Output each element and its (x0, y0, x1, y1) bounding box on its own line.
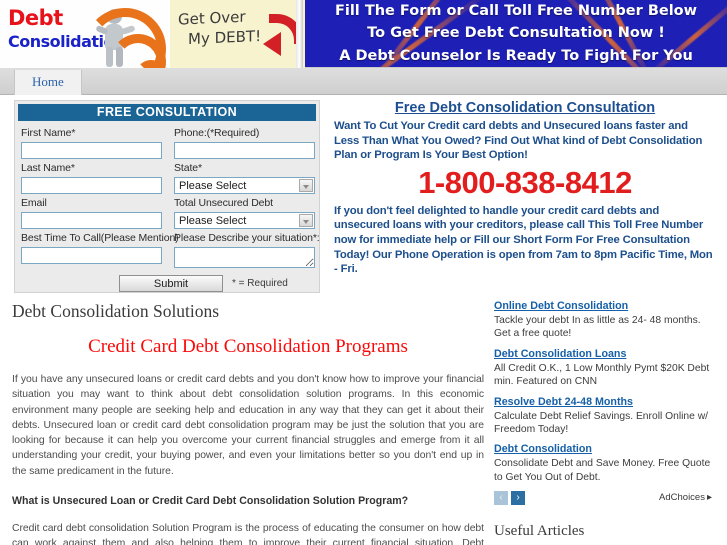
chevron-left-icon[interactable]: ‹ (494, 491, 508, 506)
email-label: Email (21, 197, 47, 209)
main-navigation: Home (0, 68, 727, 95)
adchoices-label: AdChoices (659, 492, 705, 504)
chevron-down-icon[interactable] (299, 179, 313, 192)
adchoices-link[interactable]: AdChoices ▸ (659, 491, 712, 505)
consultation-form: FREE CONSULTATION First Name* Last Name*… (14, 100, 320, 293)
ad-link-title[interactable]: Online Debt Consolidation (494, 300, 718, 313)
form-footer: Submit * = Required (15, 268, 319, 292)
orange-swirl-icon (80, 4, 166, 68)
content-left-column: Debt Consolidation Solutions Credit Card… (12, 296, 484, 545)
page-root: Debt Consolidation Get Over My DEBT! Fil… (0, 0, 727, 545)
phone-input[interactable] (174, 142, 315, 159)
nav-item-home[interactable]: Home (14, 70, 82, 95)
ad-description: Calculate Debt Relief Savings. Enroll On… (494, 410, 709, 436)
ad-unit: Resolve Debt 24-48 Months Calculate Debt… (494, 396, 718, 437)
promo-title: Free Debt Consolidation Consultation (394, 100, 656, 116)
content-subheading: What is Unsecured Loan or Credit Card De… (12, 495, 409, 508)
ad-unit: Online Debt Consolidation Tackle your de… (494, 300, 718, 341)
state-select-value: Please Select (179, 180, 247, 192)
useful-articles-title: Useful Articles (494, 523, 585, 540)
promo-phone-number[interactable]: 1-800-838-8412 (334, 165, 716, 200)
last-name-label: Last Name* (21, 162, 75, 174)
chevron-right-icon[interactable]: › (511, 491, 525, 506)
best-time-input[interactable] (21, 247, 162, 264)
form-column-right: Phone:(*Required) State* Please Select T… (174, 124, 320, 268)
headline-line-3: A Debt Counselor Is Ready To Fight For Y… (339, 47, 693, 64)
situation-label: Please Describe your situation*: (174, 232, 320, 244)
ad-link-title[interactable]: Resolve Debt 24-48 Months (494, 396, 718, 409)
headline-lines: Fill The Form or Call Toll Free Number B… (305, 0, 727, 66)
debt-label: Total Unsecured Debt (174, 197, 273, 209)
situation-textarea[interactable] (174, 247, 315, 268)
page-title: Debt Consolidation Solutions (12, 301, 220, 321)
adchoices-triangle-icon: ▸ (706, 492, 712, 504)
site-logo[interactable]: Debt Consolidation (0, 0, 168, 68)
form-header: FREE CONSULTATION (18, 104, 316, 121)
ad-description: All Credit O.K., 1 Low Monthly Pymt $20K… (494, 362, 710, 388)
best-time-label: Best Time To Call(Please Mention) (21, 232, 179, 244)
state-label: State* (174, 162, 203, 174)
program-title: Credit Card Debt Consolidation Programs (88, 336, 408, 357)
ad-unit: Debt Consolidation Consolidate Debt and … (494, 443, 718, 484)
ad-description: Consolidate Debt and Save Money. Free Qu… (494, 458, 711, 483)
top-banner: Debt Consolidation Get Over My DEBT! Fil… (0, 0, 727, 68)
ad-unit: Debt Consolidation Loans All Credit O.K.… (494, 348, 718, 389)
submit-button[interactable]: Submit (119, 275, 223, 292)
content-paragraph-2: Credit card debt consolidation Solution … (12, 523, 484, 545)
promo-body: If you don't feel delighted to handle yo… (334, 204, 713, 276)
total-debt-select-value: Please Select (179, 215, 247, 227)
form-column-left: First Name* Last Name* Email Best Time T… (21, 124, 179, 268)
headline-line-1: Fill The Form or Call Toll Free Number B… (334, 3, 698, 20)
content-paragraph-1: If you have any unsecured loans or credi… (12, 374, 484, 477)
ad-description: Tackle your debt In as little as 24- 48 … (494, 315, 701, 340)
headline-line-2: To Get Free Debt Consultation Now ! (367, 25, 665, 42)
chevron-down-icon[interactable] (299, 214, 313, 227)
last-name-input[interactable] (21, 177, 162, 194)
first-name-input[interactable] (21, 142, 162, 159)
promo-intro: Want To Cut Your Credit card debts and U… (334, 120, 703, 162)
email-input[interactable] (21, 212, 162, 229)
promo-block: Free Debt Consolidation Consultation Wan… (334, 100, 716, 277)
sticky-note-graphic: Get Over My DEBT! (168, 0, 305, 68)
white-pole-decoration (296, 0, 303, 68)
ad-link-title[interactable]: Debt Consolidation (494, 443, 718, 456)
phone-label: Phone:(*Required) (174, 127, 260, 139)
ad-pagination: ‹ › AdChoices ▸ (494, 491, 718, 506)
ad-link-title[interactable]: Debt Consolidation Loans (494, 348, 718, 361)
form-body: First Name* Last Name* Email Best Time T… (15, 121, 320, 268)
headline-banner: Fill The Form or Call Toll Free Number B… (305, 0, 727, 67)
state-select[interactable]: Please Select (174, 177, 315, 194)
total-debt-select[interactable]: Please Select (174, 212, 315, 229)
required-note: * = Required (232, 278, 288, 289)
sidebar-ads: Online Debt Consolidation Tackle your de… (494, 300, 718, 545)
first-name-label: First Name* (21, 127, 76, 139)
